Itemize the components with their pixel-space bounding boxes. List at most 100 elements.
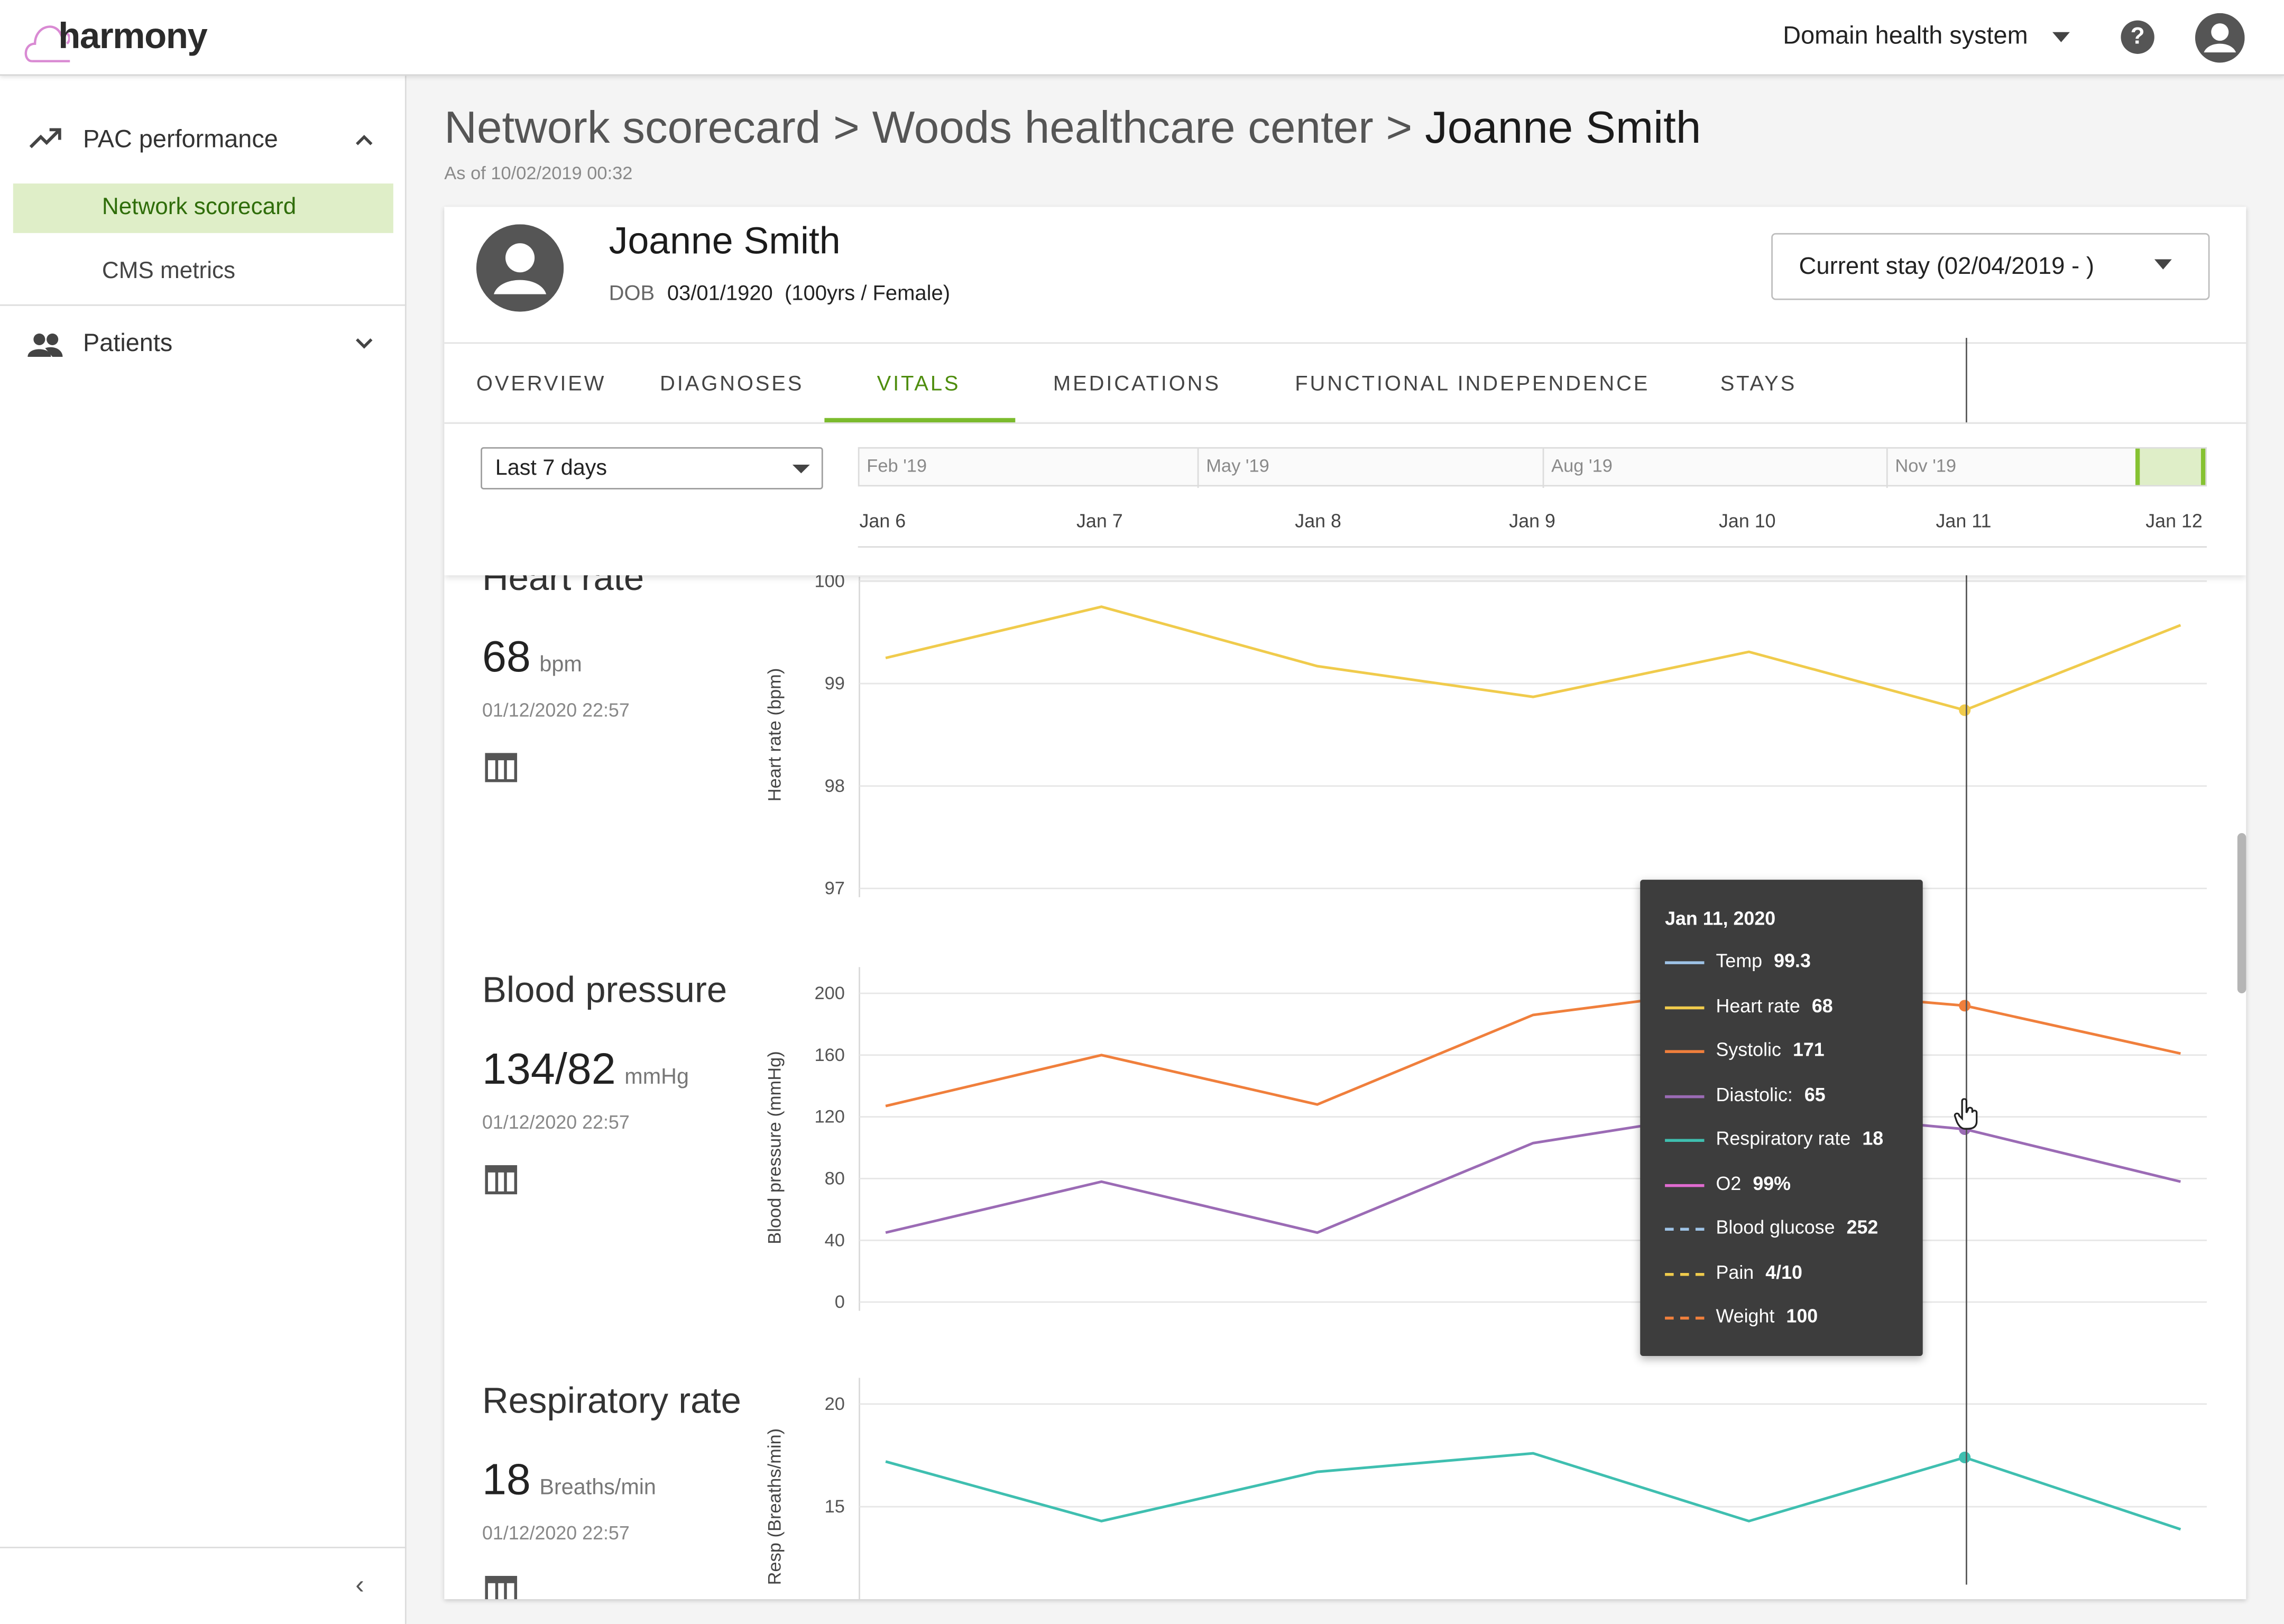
navigator-divider [1197, 448, 1199, 488]
tooltip-series-name: Pain [1716, 1260, 1754, 1282]
navigator-label: May '19 [1206, 456, 1269, 476]
series-line [885, 1452, 2181, 1531]
date-axis-tick: Jan 10 [1719, 510, 1776, 532]
tooltip-swatch [1665, 1228, 1705, 1231]
sidebar-section-pac-performance[interactable]: PAC performance [83, 125, 278, 154]
tooltip-label: Heart rate 68 [1716, 994, 1833, 1016]
top-bar: harmony Domain health system ? [0, 0, 2284, 76]
tooltip-series-value: 65 [1804, 1083, 1826, 1105]
date-axis-tick: Jan 6 [859, 510, 906, 532]
breadcrumb-network-scorecard[interactable]: Network scorecard [444, 102, 821, 153]
patient-card: Joanne Smith DOB 03/01/1920 (100yrs / Fe… [444, 207, 2246, 1600]
tooltip-series-name: Weight [1716, 1305, 1775, 1327]
y-tick-label: 120 [815, 1107, 845, 1127]
series-point [1959, 1451, 1971, 1463]
y-tick-label: 200 [815, 983, 845, 1003]
hand-cursor-icon [1954, 1098, 1978, 1130]
chevron-down-icon[interactable] [2052, 32, 2070, 44]
tooltip-swatch [1665, 1005, 1705, 1009]
series-point [1959, 1000, 1971, 1012]
tooltip-label: Temp 99.3 [1716, 949, 1811, 971]
tooltip-swatch [1665, 1183, 1705, 1187]
people-icon [27, 333, 63, 357]
breadcrumb-separator: > [833, 102, 860, 153]
navigator-divider [1886, 448, 1888, 488]
y-tick-label: 97 [825, 879, 845, 899]
series-line [885, 985, 2181, 1108]
tooltip-swatch [1665, 1050, 1705, 1053]
series-line [885, 605, 2181, 712]
y-tick-label: 80 [825, 1168, 845, 1188]
sidebar-item-network-scorecard[interactable]: Network scorecard [102, 195, 296, 222]
tooltip-series-name: O2 [1716, 1171, 1742, 1194]
y-tick-label: 99 [825, 673, 845, 694]
y-tick-label: 160 [815, 1045, 845, 1065]
y-tick-label: 15 [825, 1497, 845, 1517]
navigator-label: Aug '19 [1551, 456, 1613, 476]
tooltip-series-value: 18 [1862, 1127, 1884, 1149]
tooltip-swatch [1665, 1094, 1705, 1097]
sidebar-item-cms-metrics[interactable]: CMS metrics [102, 259, 235, 285]
app-logo[interactable]: harmony [58, 16, 208, 58]
breadcrumb-current: Joanne Smith [1425, 102, 1701, 153]
tooltip-date: Jan 11, 2020 [1665, 907, 1776, 929]
as-of-timestamp: As of 10/02/2019 00:32 [444, 163, 633, 184]
chevron-down-icon[interactable] [355, 338, 373, 349]
timeline-navigator[interactable]: Feb '19 May '19 Aug '19 Nov '19 [858, 447, 2207, 488]
y-tick-label: 40 [825, 1230, 845, 1250]
breadcrumb-separator: > [1386, 102, 1413, 153]
account-icon[interactable] [2195, 13, 2245, 63]
tooltip-swatch [1665, 961, 1705, 964]
breadcrumb: Network scorecard > Woods healthcare cen… [444, 102, 1701, 154]
tooltip-series-value: 100 [1786, 1305, 1818, 1327]
y-axis-label: Resp (Breaths/min) [765, 1428, 785, 1585]
y-tick-label: 0 [835, 1292, 845, 1312]
tooltip-series-value: 252 [1846, 1216, 1878, 1238]
tooltip-series-value: 99.3 [1774, 949, 1811, 972]
breadcrumb-facility[interactable]: Woods healthcare center [872, 102, 1374, 153]
org-selector[interactable]: Domain health system [1783, 22, 2028, 51]
tooltip-label: Blood glucose 252 [1716, 1216, 1878, 1238]
series-point [1959, 704, 1971, 716]
tooltip-series-name: Blood glucose [1716, 1216, 1835, 1238]
tooltip-series-name: Diastolic: [1716, 1083, 1793, 1105]
tooltip-series-name: Respiratory rate [1716, 1127, 1851, 1149]
range-select-value: Last 7 days [495, 456, 607, 481]
sidebar-section-patients[interactable]: Patients [83, 329, 172, 358]
tooltip-series-value: 4/10 [1765, 1260, 1803, 1282]
range-select[interactable]: Last 7 days [481, 447, 823, 490]
chevron-up-icon[interactable] [355, 134, 373, 145]
tooltip-label: O2 99% [1716, 1171, 1791, 1193]
trending-up-icon [29, 128, 61, 149]
date-axis-tick: Jan 8 [1295, 510, 1341, 532]
tooltip-series-value: 99% [1753, 1171, 1791, 1194]
help-icon[interactable]: ? [2121, 20, 2154, 54]
date-axis-tick: Jan 9 [1509, 510, 1555, 532]
tooltip-swatch [1665, 1272, 1705, 1276]
y-tick-label: 20 [825, 1394, 845, 1414]
time-range-panel: Last 7 days Feb '19 May '19 Aug '19 Nov … [444, 422, 2246, 576]
y-axis-label: Heart rate (bpm) [765, 668, 785, 801]
chart-tooltip: Jan 11, 2020 Temp 99.3 Heart rate 68 Systoli… [1640, 880, 1923, 1356]
tooltip-label: Diastolic: 65 [1716, 1083, 1826, 1104]
navigator-selection-handle[interactable] [2135, 448, 2206, 485]
tooltip-label: Respiratory rate 18 [1716, 1127, 1884, 1149]
tooltip-series-name: Heart rate [1716, 994, 1800, 1016]
scrollbar[interactable] [2237, 833, 2246, 993]
sidebar-divider [0, 1546, 407, 1548]
navigator-label: Nov '19 [1895, 456, 1957, 476]
sidebar: PAC performance Network scorecard CMS me… [0, 76, 407, 1624]
tooltip-label: Weight 100 [1716, 1305, 1818, 1327]
y-axis-label: Blood pressure (mmHg) [765, 1051, 785, 1244]
collapse-sidebar-icon[interactable]: ‹ [355, 1570, 364, 1601]
tooltip-label: Pain 4/10 [1716, 1261, 1802, 1282]
date-axis-line [858, 546, 2207, 548]
date-axis-tick: Jan 7 [1076, 510, 1123, 532]
tooltip-swatch [1665, 1316, 1705, 1320]
vitals-charts[interactable]: 97 98 99 100 Heart rate (bpm) 0 40 80 120 160 200 B… [444, 207, 2246, 1600]
series-line [885, 1108, 2181, 1234]
navigator-label: Feb '19 [867, 456, 927, 476]
tooltip-series-value: 171 [1792, 1038, 1825, 1060]
date-axis-tick: Jan 12 [2145, 510, 2203, 532]
date-axis-tick: Jan 11 [1936, 510, 1992, 532]
